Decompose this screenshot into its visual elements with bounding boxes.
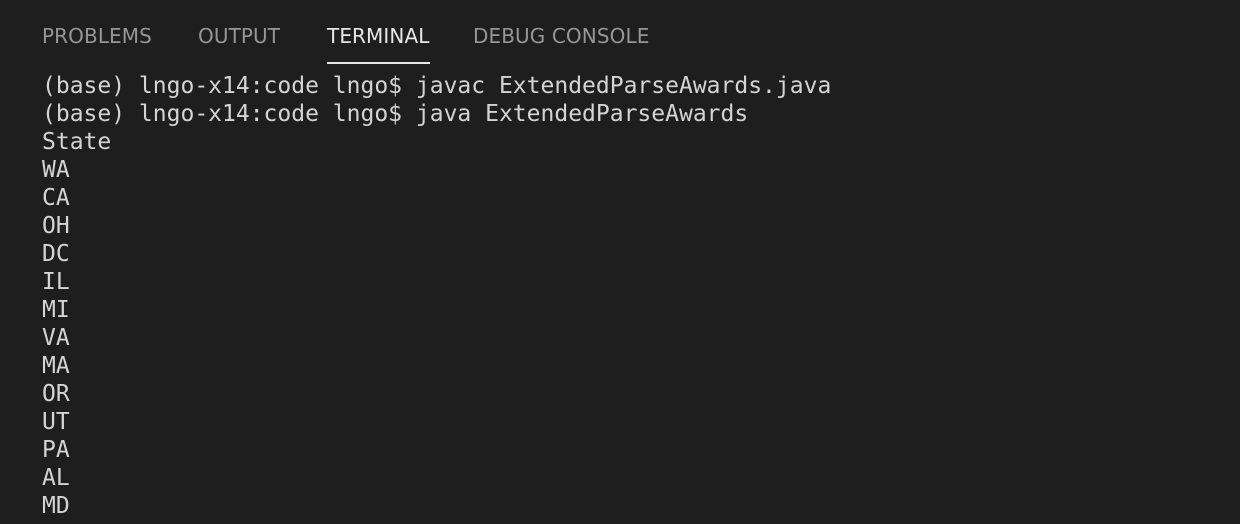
terminal-line: CA [42, 185, 70, 211]
terminal-line: PA [42, 437, 70, 463]
terminal-line: AL [42, 465, 70, 491]
terminal-line: MD [42, 493, 70, 519]
terminal-line: State [42, 129, 112, 155]
terminal-line: MI [42, 297, 70, 323]
tab-debug-console[interactable]: DEBUG CONSOLE [473, 24, 649, 64]
terminal-output[interactable]: (base) lngo-x14:code lngo$ javac Extende… [42, 72, 1222, 524]
terminal-line: WA [42, 157, 70, 183]
terminal-line: IL [42, 269, 70, 295]
terminal-line: OH [42, 213, 70, 239]
terminal-line: MA [42, 353, 70, 379]
terminal-line: (base) lngo-x14:code lngo$ java Extended… [42, 101, 749, 127]
terminal-line: VA [42, 325, 70, 351]
terminal-line: UT [42, 409, 70, 435]
tab-output[interactable]: OUTPUT [198, 24, 280, 64]
terminal-line: OR [42, 381, 70, 407]
panel-tab-bar: PROBLEMS OUTPUT TERMINAL DEBUG CONSOLE [0, 0, 1240, 66]
tab-terminal[interactable]: TERMINAL [327, 24, 430, 64]
tab-problems[interactable]: PROBLEMS [42, 24, 152, 64]
bottom-panel: PROBLEMS OUTPUT TERMINAL DEBUG CONSOLE (… [0, 0, 1240, 524]
terminal-line: DC [42, 241, 70, 267]
terminal-line: (base) lngo-x14:code lngo$ javac Extende… [42, 73, 832, 99]
